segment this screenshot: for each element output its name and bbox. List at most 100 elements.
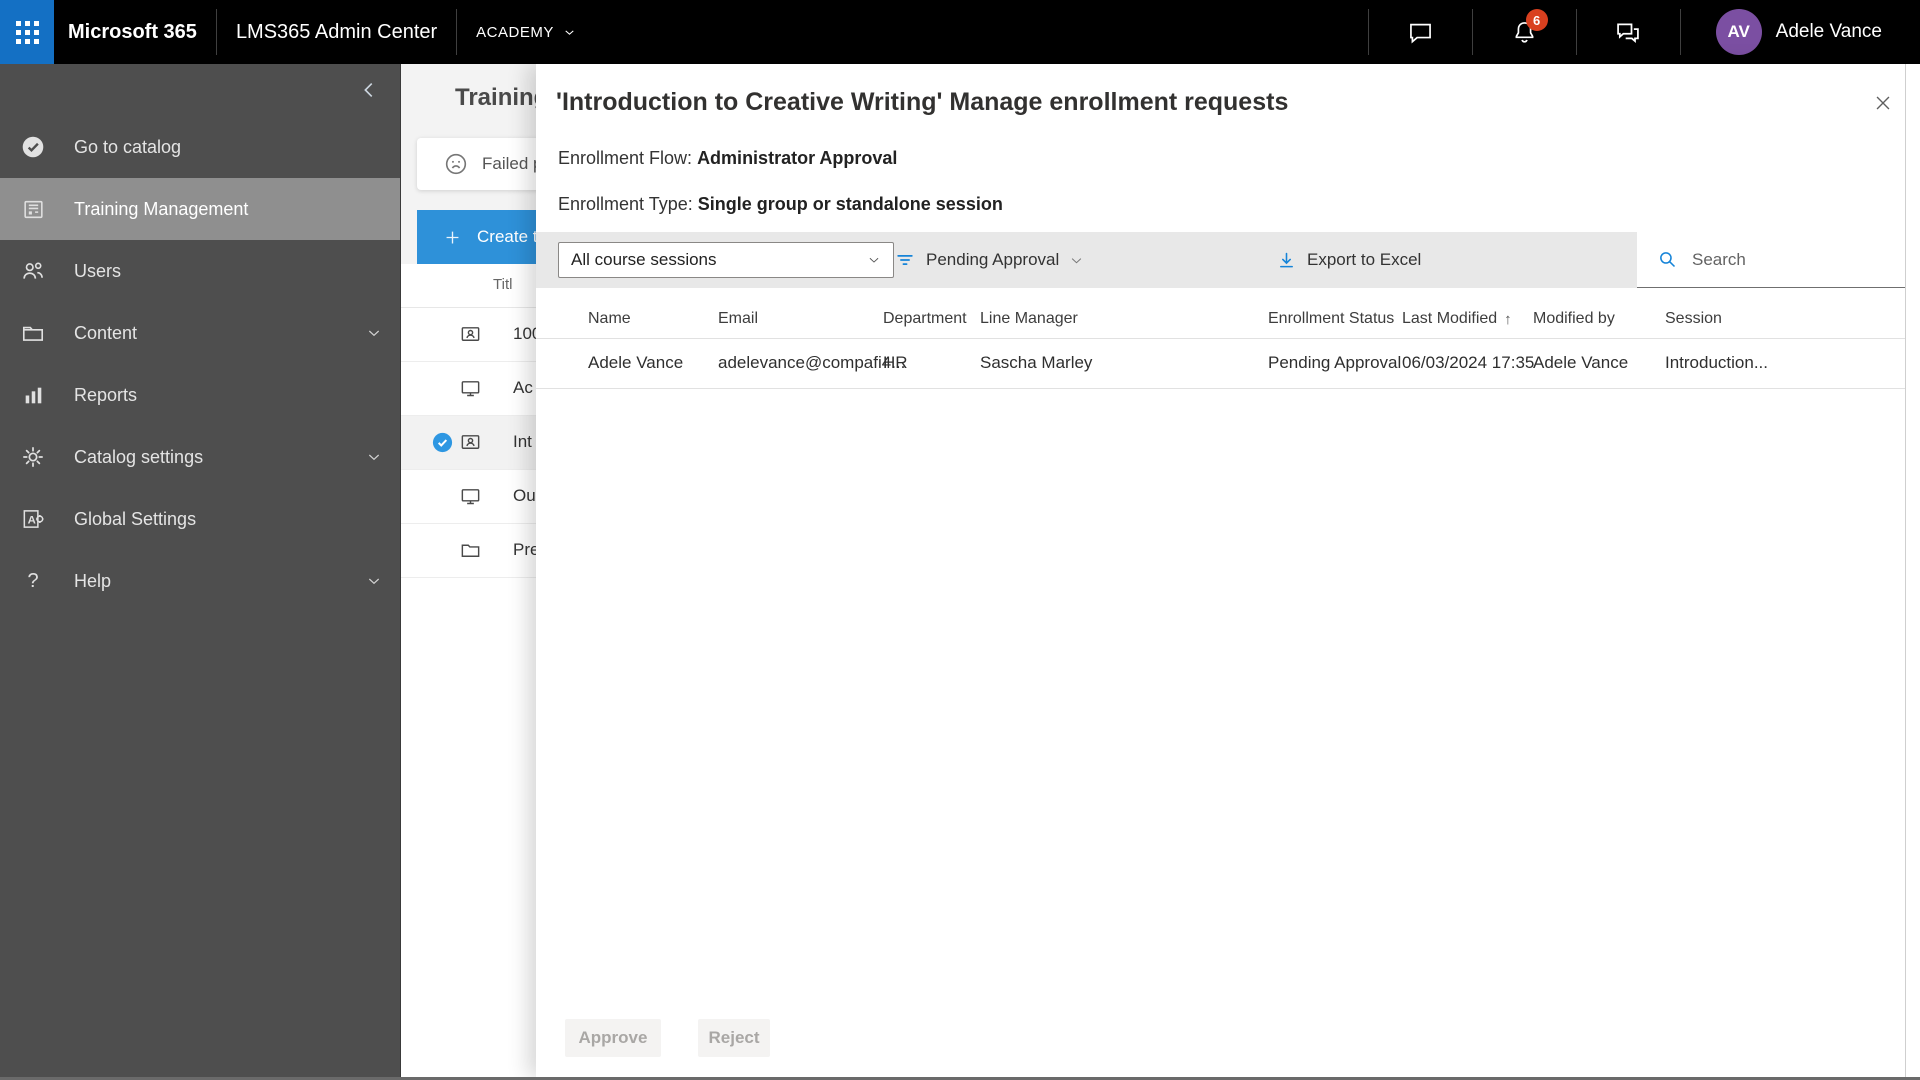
chevron-down-icon (867, 253, 881, 267)
sidebar-item-help[interactable]: ? Help (0, 550, 400, 612)
notifications-button[interactable]: 6 (1492, 0, 1557, 64)
export-label: Export to Excel (1307, 250, 1422, 269)
enrollment-type-label: Enrollment Type: (558, 194, 693, 214)
column-header-session[interactable]: Session (1665, 300, 1722, 338)
enrollment-type-value: Single group or standalone session (697, 194, 1003, 214)
column-header-last-modified[interactable]: Last Modified ↑ (1402, 300, 1512, 338)
export-to-excel-button[interactable]: Export to Excel (1276, 232, 1421, 288)
sidebar-item-label: Reports (74, 384, 138, 405)
course-sessions-value: All course sessions (571, 250, 717, 269)
sidebar-item-label: Go to catalog (74, 136, 182, 157)
column-header-department[interactable]: Department (883, 300, 967, 338)
topbar-divider (456, 9, 458, 55)
plus-icon (443, 228, 462, 247)
app-title: LMS365 Admin Center (235, 20, 438, 43)
course-sessions-dropdown[interactable]: All course sessions (558, 242, 894, 278)
sidebar-item-catalog-settings[interactable]: Catalog settings (0, 426, 400, 488)
panel-toolbar: All course sessions Pending Approval Exp… (536, 232, 1905, 288)
classroom-training-icon (459, 431, 482, 454)
user-name: Adele Vance (1775, 21, 1882, 42)
training-row[interactable]: Ou (401, 470, 536, 524)
status-filter-dropdown[interactable]: Pending Approval (894, 232, 1084, 288)
sidebar-item-label: Global Settings (74, 508, 197, 529)
training-plan-folder-icon (459, 539, 482, 562)
training-title: 100 (513, 324, 536, 343)
create-training-label: Create tra (477, 227, 536, 246)
chevron-down-icon (563, 26, 576, 39)
training-title: Ac (513, 378, 533, 397)
chat-button[interactable] (1388, 0, 1453, 64)
sidebar-item-reports[interactable]: Reports (0, 364, 400, 426)
sidebar-item-go-to-catalog[interactable]: Go to catalog (0, 116, 400, 178)
toolbar-strip: All course sessions Pending Approval Exp… (536, 232, 1637, 288)
brand-title: Microsoft 365 (68, 20, 197, 43)
feedback-button[interactable] (1596, 0, 1661, 64)
tenant-dropdown[interactable]: ACADEMY (476, 24, 576, 41)
chevron-down-icon (366, 573, 382, 589)
search-input[interactable] (1690, 248, 1894, 271)
panel-scrollbar[interactable] (1905, 64, 1906, 1077)
cell-line-manager: Sascha Marley (980, 353, 1093, 372)
reject-button[interactable]: Reject (698, 1019, 770, 1057)
chevron-down-icon (366, 449, 382, 465)
search-box (1637, 232, 1905, 288)
app-launcher-button[interactable] (0, 0, 54, 64)
column-header-line-manager[interactable]: Line Manager (980, 300, 1078, 338)
requests-table-header: Name Email Department Line Manager Enrol… (536, 300, 1905, 339)
sort-ascending-icon: ↑ (1504, 310, 1512, 328)
notification-badge: 6 (1525, 9, 1548, 31)
filter-icon (894, 249, 916, 271)
cell-name: Adele Vance (588, 353, 684, 372)
column-header-modified-by[interactable]: Modified by (1533, 300, 1615, 338)
sidebar-item-content[interactable]: Content (0, 302, 400, 364)
sidebar-item-label: Training Management (74, 198, 249, 219)
checkmark-circle-icon (20, 134, 46, 160)
training-row[interactable]: Ac (401, 362, 536, 416)
enrollment-request-row[interactable]: Adele Vance adelevance@compafi4... HR Sa… (536, 338, 1905, 389)
alert-text: Failed pro (482, 154, 536, 173)
training-row[interactable]: 100 (401, 308, 536, 362)
cell-modified-by: Adele Vance (1533, 353, 1629, 372)
collapse-sidebar-button[interactable] (358, 79, 380, 101)
trainings-list: Titl 100 Ac Int (401, 264, 536, 1077)
close-button[interactable] (1870, 90, 1896, 116)
column-header-email[interactable]: Email (718, 300, 758, 338)
search-icon (1657, 249, 1678, 270)
column-header-name[interactable]: Name (588, 300, 631, 338)
approve-button[interactable]: Approve (565, 1019, 661, 1057)
avatar[interactable]: AV (1715, 9, 1762, 55)
panel-actions: Approve Reject (565, 1019, 770, 1057)
title-column-header[interactable]: Titl (493, 276, 512, 293)
sidebar-item-label: Help (74, 570, 112, 591)
sidebar-item-users[interactable]: Users (0, 240, 400, 302)
sad-face-icon (443, 151, 469, 177)
column-header-enrollment-status[interactable]: Enrollment Status (1268, 300, 1394, 338)
elearning-monitor-icon (459, 485, 482, 508)
selected-check-icon[interactable] (431, 431, 454, 454)
failed-processing-alert[interactable]: Failed pro (417, 138, 536, 190)
admin-app-icon: A (20, 506, 46, 532)
training-row-selected[interactable]: Int (401, 416, 536, 470)
topbar-divider (1471, 9, 1473, 55)
sidebar-item-label: Catalog settings (74, 446, 204, 467)
enrollment-flow-line: Enrollment Flow: Administrator Approval (558, 148, 897, 169)
training-title: Pre (513, 540, 536, 559)
topbar-divider (215, 9, 217, 55)
enrollment-flow-label: Enrollment Flow: (558, 148, 693, 168)
status-filter-value: Pending Approval (926, 250, 1060, 269)
cell-enrollment-status: Pending Approval (1268, 353, 1402, 372)
bar-chart-icon (20, 382, 46, 408)
training-list-icon (20, 196, 46, 222)
avatar-initials: AV (1727, 22, 1750, 41)
create-training-button[interactable]: Create tra (417, 210, 536, 264)
page-title: Training M (455, 84, 536, 111)
chevron-down-icon (1069, 253, 1084, 268)
topbar-divider (1367, 9, 1369, 55)
download-icon (1276, 250, 1297, 271)
sidebar-item-global-settings[interactable]: A Global Settings (0, 488, 400, 550)
sidebar-item-training-management[interactable]: Training Management (0, 178, 400, 240)
tenant-label: ACADEMY (476, 23, 554, 41)
sidebar: Go to catalog Training Management Users … (0, 64, 401, 1077)
training-row[interactable]: Pre (401, 524, 536, 578)
top-bar: Microsoft 365 LMS365 Admin Center ACADEM… (0, 0, 1920, 64)
